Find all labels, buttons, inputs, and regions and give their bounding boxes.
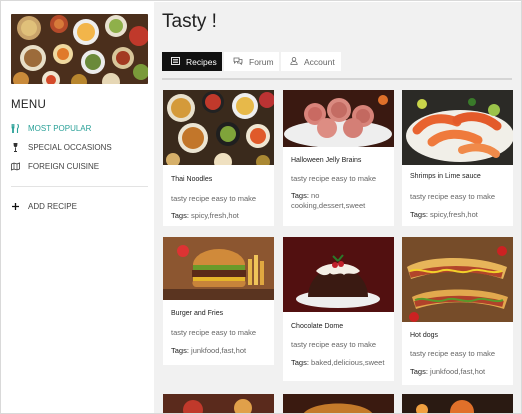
recipe-description: tasty recipe easy to make xyxy=(171,194,257,203)
recipe-card[interactable]: Thai Noodles tasty recipe easy to make T… xyxy=(163,90,274,226)
recipe-image xyxy=(283,394,394,413)
recipe-tags: Tags: junkfood,fast,hot xyxy=(171,346,247,355)
recipe-name[interactable]: Halloween Jelly Brains xyxy=(291,157,361,164)
tab-label: Recipes xyxy=(186,56,217,67)
recipe-tags: Tags: spicy,fresh,hot xyxy=(171,211,239,220)
recipe-card[interactable]: Shrimps in Lime sauce tasty recipe easy … xyxy=(402,90,513,226)
recipe-card[interactable]: Burger and Fries tasty recipe easy to ma… xyxy=(163,237,274,365)
menu-item-label: FOREIGN CUISINE xyxy=(28,161,100,171)
recipe-image xyxy=(283,237,394,312)
tab-bar: Recipes Forum Account xyxy=(162,52,341,71)
main-content: Tasty ! Recipes Forum Account Thai Noodl… xyxy=(154,2,521,413)
user-icon xyxy=(290,56,298,67)
recipe-card[interactable]: Halloween Jelly Brains tasty recipe easy… xyxy=(283,90,394,226)
add-recipe-label: ADD RECIPE xyxy=(28,201,77,211)
tab-label: Account xyxy=(304,56,335,67)
page-title: Tasty ! xyxy=(162,11,217,32)
menu-item-special-occasions[interactable]: SPECIAL OCCASIONS xyxy=(11,140,112,154)
tab-divider xyxy=(162,78,512,80)
recipe-tags: Tags: junkfood,fast,hot xyxy=(410,367,486,376)
recipe-image xyxy=(163,394,274,413)
chat-icon xyxy=(233,57,243,67)
recipe-description: tasty recipe easy to make xyxy=(291,174,377,183)
recipe-image xyxy=(283,90,394,147)
app-window: MENU MOST POPULAR SPECIAL OCCASIONS FORE… xyxy=(0,0,522,414)
recipe-tags: Tags: no cooking,dessert,sweet xyxy=(291,191,366,210)
recipe-name[interactable]: Thai Noodles xyxy=(171,176,212,183)
fork-knife-icon xyxy=(11,123,20,133)
recipe-image xyxy=(402,394,513,413)
recipe-image xyxy=(163,90,274,165)
recipe-name[interactable]: Chocolate Dome xyxy=(291,323,343,330)
recipe-card-partial[interactable] xyxy=(402,394,513,413)
recipe-name[interactable]: Shrimps in Lime sauce xyxy=(410,173,481,180)
recipe-description: tasty recipe easy to make xyxy=(291,340,377,349)
menu-item-label: SPECIAL OCCASIONS xyxy=(28,142,112,152)
recipe-name[interactable]: Burger and Fries xyxy=(171,310,223,317)
recipe-tags: Tags: spicy,fresh,hot xyxy=(410,210,478,219)
menu-item-foreign-cuisine[interactable]: FOREIGN CUISINE xyxy=(11,159,99,173)
wine-glass-icon xyxy=(11,142,20,152)
list-icon xyxy=(171,56,180,67)
recipe-card[interactable]: Chocolate Dome tasty recipe easy to make… xyxy=(283,237,394,381)
menu-title: MENU xyxy=(11,99,47,111)
recipe-description: tasty recipe easy to make xyxy=(171,328,257,337)
tab-recipes[interactable]: Recipes xyxy=(162,52,222,71)
add-recipe-button[interactable]: ADD RECIPE xyxy=(11,199,77,213)
recipe-name[interactable]: Hot dogs xyxy=(410,332,438,339)
recipe-image xyxy=(163,237,274,300)
recipe-tags: Tags: baked,delicious,sweet xyxy=(291,358,385,367)
recipe-card-partial[interactable] xyxy=(163,394,274,413)
tab-label: Forum xyxy=(249,56,274,67)
plus-icon xyxy=(11,202,20,211)
menu-divider xyxy=(11,186,148,187)
tab-account[interactable]: Account xyxy=(281,52,341,71)
recipe-image xyxy=(402,90,513,165)
recipe-card[interactable]: Hot dogs tasty recipe easy to make Tags:… xyxy=(402,237,513,385)
recipe-card-partial[interactable] xyxy=(283,394,394,413)
tab-forum[interactable]: Forum xyxy=(224,52,279,71)
sidebar: MENU MOST POPULAR SPECIAL OCCASIONS FORE… xyxy=(2,2,154,413)
sidebar-hero-image xyxy=(11,14,148,84)
recipe-description: tasty recipe easy to make xyxy=(410,192,496,201)
menu-item-most-popular[interactable]: MOST POPULAR xyxy=(11,121,91,135)
map-icon xyxy=(11,161,20,171)
recipe-description: tasty recipe easy to make xyxy=(410,349,496,358)
recipe-image xyxy=(402,237,513,322)
menu-item-label: MOST POPULAR xyxy=(28,123,92,133)
